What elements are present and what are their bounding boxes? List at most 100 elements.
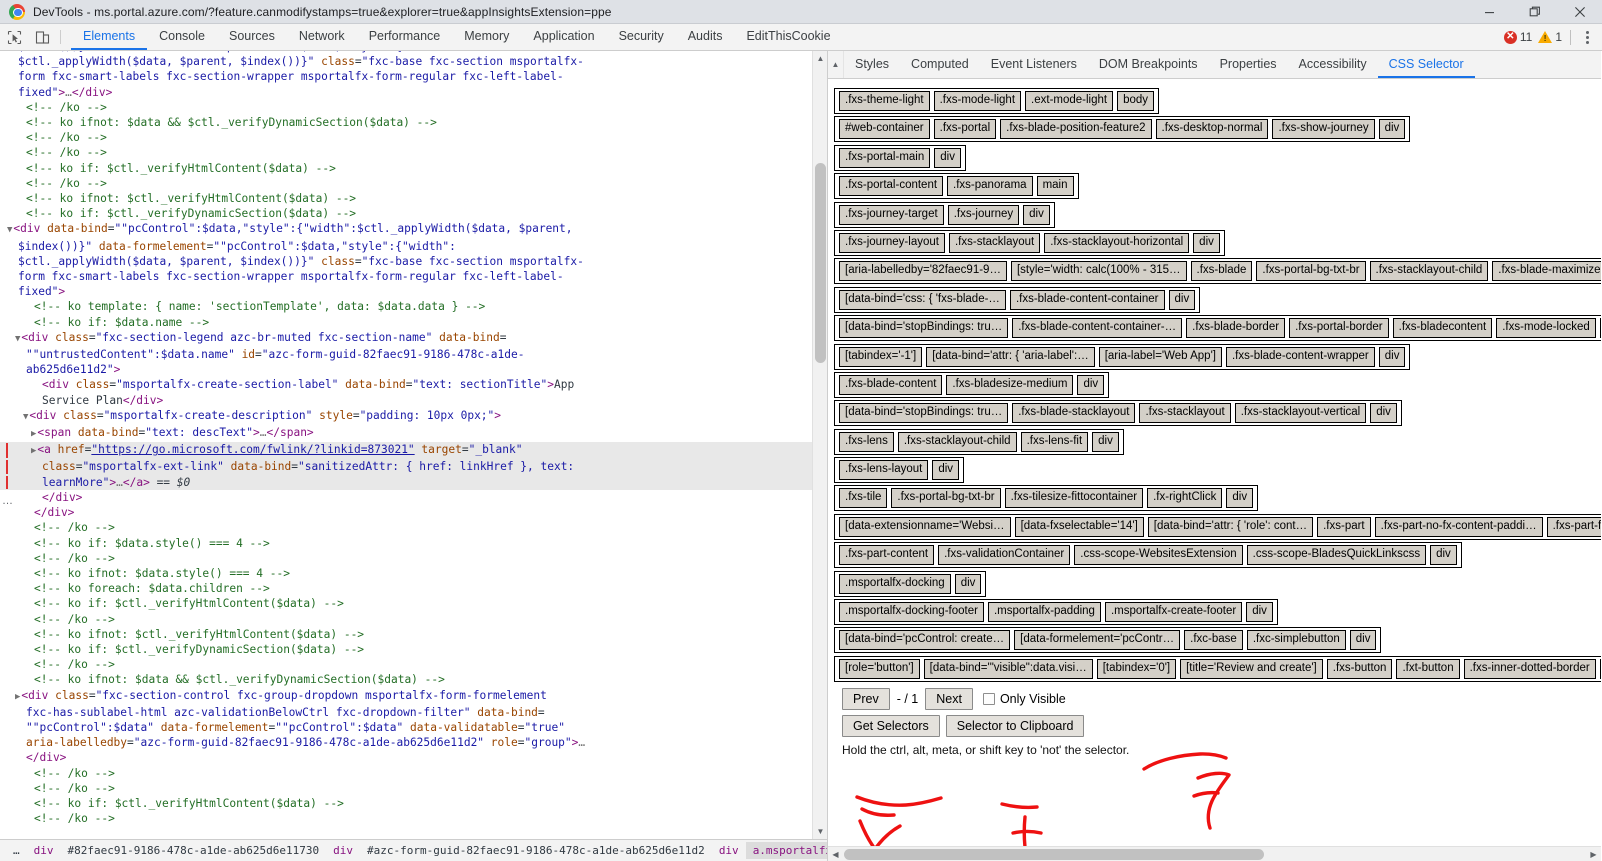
dom-node[interactable]: <!-- ko ifnot: $ctl._verifyHtmlContent($… [0, 627, 812, 642]
breadcrumb-item[interactable]: div [326, 842, 360, 859]
side-scrollbar-thumb[interactable] [844, 849, 1264, 860]
selector-chip[interactable]: .fxs-mode-light [933, 91, 1022, 111]
selector-chip[interactable]: .fxs-portal-border [1289, 318, 1389, 339]
selector-chip[interactable]: .fxs-stacklayout [1139, 403, 1231, 424]
dom-node[interactable]: <!-- ko template: { name: 'sectionTempla… [0, 299, 812, 314]
selector-chip[interactable]: .fxs-inner-dotted-border [1463, 658, 1596, 679]
selector-chip[interactable]: div [1430, 545, 1457, 566]
devtools-tab-elements[interactable]: Elements [71, 24, 148, 50]
side-tab-computed[interactable]: Computed [900, 51, 980, 78]
side-tab-properties[interactable]: Properties [1209, 51, 1288, 78]
dom-node[interactable]: <!-- /ko --> [0, 811, 812, 826]
selector-chip[interactable]: .fxs-bladesize-medium [946, 374, 1074, 395]
collapse-arrow-icon[interactable]: ▶ [15, 690, 20, 705]
selector-chip[interactable]: .fxs-stacklayout-horizontal [1044, 232, 1190, 253]
selector-chip[interactable]: [role='button'] [839, 658, 920, 679]
selector-chip[interactable]: .fxs-journey-layout [839, 232, 945, 253]
selector-chip[interactable]: .fxs-button [1326, 658, 1393, 679]
selector-chip[interactable]: main [1036, 176, 1074, 197]
dom-node[interactable]: <!-- ko ifnot: $data && $ctl._verifyDyna… [0, 672, 812, 687]
dom-node[interactable]: <!-- ko if: $ctl._verifyDynamicSection($… [0, 642, 812, 657]
selector-chip[interactable]: .fxs-lens-layout [839, 460, 929, 481]
selector-chip[interactable]: .fx-rightClick [1147, 488, 1223, 509]
devtools-tab-sources[interactable]: Sources [217, 24, 287, 50]
breadcrumb-item[interactable]: #82faec91-9186-478c-a1de-ab625d6e11730 [61, 842, 327, 859]
selector-chip[interactable]: [data-fxselectable='14'] [1014, 516, 1144, 537]
selector-chip[interactable]: [data-extensionname='Websi… [839, 516, 1011, 537]
selector-chip[interactable]: .css-scope-BladesQuickLinkscss [1246, 545, 1427, 566]
selector-chip[interactable]: .fxs-tile [839, 488, 888, 509]
selector-chip[interactable]: div [954, 573, 982, 594]
selector-chip[interactable]: .msportalfx-docking [839, 573, 951, 594]
selector-chip[interactable]: div [932, 460, 960, 481]
selector-to-clipboard-button[interactable]: Selector to Clipboard [945, 715, 1085, 738]
dom-node[interactable]: <!-- /ko --> [0, 176, 812, 191]
selector-chip[interactable]: .fxs-blade-position-feature2 [1000, 119, 1152, 140]
dom-node[interactable]: <!-- /ko --> [0, 551, 812, 566]
selector-chip[interactable]: .fxs-bladecontent [1392, 318, 1493, 339]
side-tab-accessibility[interactable]: Accessibility [1288, 51, 1378, 78]
selector-chip[interactable]: .fxs-stacklayout-child [1369, 261, 1489, 282]
selector-chip[interactable]: #web-container [839, 119, 930, 140]
dom-node[interactable]: </div> [0, 490, 812, 505]
selector-chip[interactable]: .fxs-journey-target [839, 204, 944, 225]
dom-node[interactable]: <!-- /ko --> [0, 145, 812, 160]
dom-node[interactable]: $ctl._applyWidth($data, $parent, $index(… [0, 254, 812, 269]
next-button[interactable]: Next [925, 688, 973, 711]
dom-node[interactable]: ▼<div class="fxc-section-legend azc-br-m… [0, 330, 812, 347]
selector-chip[interactable]: [tabindex='-1'] [839, 346, 923, 367]
dom-node[interactable]: <!-- /ko --> [0, 100, 812, 115]
devtools-tab-console[interactable]: Console [147, 24, 217, 50]
selector-chip[interactable]: [data-bind='stopBindings: tru… [839, 403, 1009, 424]
dom-node[interactable]: ▶<div class="fxc-section-control fxc-gro… [0, 688, 812, 705]
selector-chip[interactable]: .fxs-stacklayout-child [897, 431, 1017, 452]
selector-chip[interactable]: [data-bind='pcControl: create… [839, 630, 1011, 651]
selector-chip[interactable]: .fxs-desktop-normal [1155, 119, 1269, 140]
dom-scrollbar-thumb[interactable] [815, 163, 826, 363]
selector-chip[interactable]: .css-scope-WebsitesExtension [1074, 545, 1243, 566]
dom-node[interactable]: $index())}" data-formelement=""pcControl… [0, 239, 812, 254]
only-visible-checkbox-wrap[interactable]: Only Visible [982, 692, 1066, 706]
selector-chip[interactable]: [data-bind='"visible":data.visi… [923, 658, 1093, 679]
selector-chip[interactable]: .fxs-blade-content-wrapper [1225, 346, 1375, 367]
dom-scroll-area[interactable]: $index())}" data-formelement=""pcControl… [0, 51, 827, 839]
dom-node[interactable]: <!-- ko ifnot: $data && $ctl._verifyDyna… [0, 115, 812, 130]
selector-chip[interactable]: .msportalfx-padding [987, 602, 1101, 623]
selector-chip[interactable]: .fxs-stacklayout-vertical [1234, 403, 1367, 424]
dom-node[interactable]: ▼<div data-bind=""pcControl":$data,"styl… [0, 221, 812, 238]
selector-chip[interactable]: .fxs-blade-stacklayout [1012, 403, 1136, 424]
selector-chip[interactable]: div [1023, 204, 1050, 225]
breadcrumb-item[interactable]: a.msportalfx-ext-link [745, 842, 827, 859]
selector-chip[interactable]: .fxt-button [1396, 658, 1460, 679]
scroll-right-arrow-icon[interactable]: ▶ [1586, 847, 1601, 861]
dom-vertical-scrollbar[interactable]: ▲ ▼ [812, 51, 827, 839]
selector-chip[interactable]: .fxs-po [1599, 658, 1601, 679]
side-tab-styles[interactable]: Styles [844, 51, 900, 78]
breadcrumb-item[interactable]: … [6, 842, 27, 859]
dom-node[interactable]: ▶<span data-bind="text: descText">…</spa… [0, 425, 812, 442]
dom-node[interactable]: <!-- ko if: $ctl._verifyHtmlContent($dat… [0, 796, 812, 811]
dom-node[interactable]: fxc-has-sublabel-html azc-validationBelo… [0, 705, 812, 720]
dom-node[interactable]: <!-- ko ifnot: $data.style() === 4 --> [0, 566, 812, 581]
devtools-tab-memory[interactable]: Memory [452, 24, 521, 50]
dom-node[interactable]: <!-- /ko --> [0, 612, 812, 627]
selector-chip[interactable]: [tabindex='0'] [1096, 658, 1177, 679]
dom-node[interactable]: <!-- ko foreach: $data.children --> [0, 581, 812, 596]
selector-chip[interactable]: ​.fxs-theme-light [839, 91, 930, 111]
dom-node[interactable]: <!-- ko if: $data.style() === 4 --> [0, 536, 812, 551]
dom-node[interactable]: <!-- ko if: $ctl._verifyDynamicSection($… [0, 206, 812, 221]
dom-node[interactable]: ""pcControl":$data" data-formelement=""p… [0, 720, 812, 735]
dom-node[interactable]: <div class="msportalfx-create-section-la… [0, 377, 812, 392]
selector-chip[interactable]: [data-formelement='pcContr… [1014, 630, 1181, 651]
minimize-button[interactable] [1467, 0, 1512, 24]
selector-chip[interactable]: div [1246, 602, 1273, 623]
dom-node[interactable]: ▼<div class="msportalfx-create-descripti… [0, 408, 812, 425]
dom-node[interactable]: fixed"> [0, 284, 812, 299]
selector-chip[interactable]: .fxs-lens-fit [1020, 431, 1089, 452]
expand-arrow-icon[interactable]: ▼ [23, 410, 28, 425]
dom-node[interactable]: <!-- /ko --> [0, 657, 812, 672]
collapse-arrow-icon[interactable]: ▶ [31, 427, 36, 442]
dom-node[interactable]: Service Plan</div> [0, 393, 812, 408]
devtools-tab-network[interactable]: Network [287, 24, 357, 50]
selector-chip[interactable]: .fxs-blade-content-container [1009, 289, 1165, 310]
